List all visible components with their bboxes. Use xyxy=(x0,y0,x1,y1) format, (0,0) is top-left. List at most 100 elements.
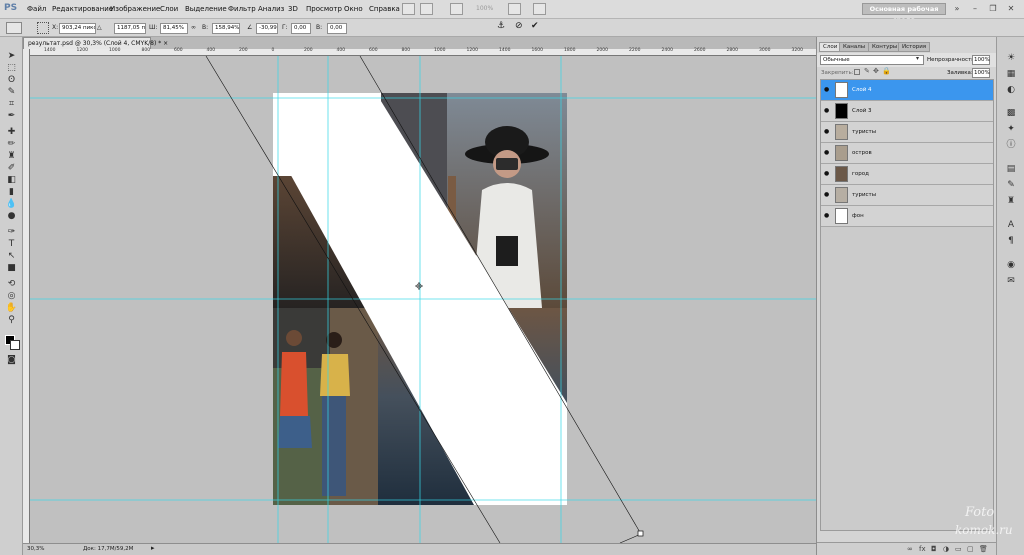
menu-select[interactable]: Выделение xyxy=(185,5,227,13)
blend-mode-select[interactable]: Обычные xyxy=(820,55,924,65)
menu-filter[interactable]: Фильтр xyxy=(228,5,256,13)
eraser-tool-icon[interactable]: ◧ xyxy=(5,175,18,186)
fx-icon[interactable]: fx xyxy=(919,545,926,553)
check-icon[interactable]: ✔ xyxy=(531,21,539,31)
eye-icon[interactable]: ● xyxy=(824,170,832,178)
shape-tool-icon[interactable]: ■ xyxy=(5,263,18,274)
lock-transparent-icon[interactable] xyxy=(854,69,860,75)
3d-panel-icon[interactable]: ◉ xyxy=(1004,259,1018,271)
layer-row[interactable]: ● остров xyxy=(821,143,993,164)
eye-icon[interactable]: ● xyxy=(824,149,832,157)
link-layers-icon[interactable]: ∞ xyxy=(907,545,913,553)
marquee-tool-icon[interactable]: ⬚ xyxy=(5,63,18,74)
lock-position-icon[interactable]: ✥ xyxy=(873,67,879,75)
background-color-swatch[interactable] xyxy=(10,340,20,350)
eye-icon[interactable]: ● xyxy=(824,128,832,136)
hskew-field[interactable]: 0,00 xyxy=(291,23,311,34)
eye-icon[interactable]: ● xyxy=(824,86,832,94)
histogram-panel-icon[interactable]: ▤ xyxy=(1004,163,1018,175)
styles-panel-icon[interactable]: ▦ xyxy=(1004,68,1018,80)
document-canvas[interactable] xyxy=(30,56,816,543)
screen-mode-icon[interactable] xyxy=(533,3,546,15)
close-tab-icon[interactable]: × xyxy=(163,40,168,47)
chevron-down-icon[interactable]: ▾ xyxy=(916,55,919,62)
menu-window[interactable]: Окно xyxy=(344,5,363,13)
navigator-panel-icon[interactable]: ✦ xyxy=(1004,123,1018,135)
delete-layer-icon[interactable]: 🗑 xyxy=(979,545,988,553)
lock-all-icon[interactable]: 🔒 xyxy=(882,67,891,75)
notes-panel-icon[interactable]: ✉ xyxy=(1004,275,1018,287)
adjustment-icon[interactable]: ◑ xyxy=(943,545,949,553)
clone-stamp-tool-icon[interactable]: ♜ xyxy=(5,151,18,162)
layer-row[interactable]: ● город xyxy=(821,164,993,185)
canvas-area[interactable] xyxy=(30,56,816,543)
tab-history[interactable]: История xyxy=(898,42,931,52)
menu-view[interactable]: Просмотр xyxy=(306,5,342,13)
3d-rotate-tool-icon[interactable]: ⟲ xyxy=(5,279,18,290)
layer-row[interactable]: ● туристы xyxy=(821,122,993,143)
healing-brush-tool-icon[interactable]: ✚ xyxy=(5,127,18,138)
menu-file[interactable]: Файл xyxy=(27,5,46,13)
info-panel-icon[interactable]: ⓘ xyxy=(1004,139,1018,151)
gradient-tool-icon[interactable]: ▮ xyxy=(5,187,18,198)
arrange-documents-icon[interactable] xyxy=(508,3,521,15)
swatches-panel-icon[interactable]: ▩ xyxy=(1004,107,1018,119)
menu-analysis[interactable]: Анализ xyxy=(258,5,284,13)
width-field[interactable]: 81,45% xyxy=(160,23,188,34)
blur-tool-icon[interactable]: 💧 xyxy=(5,199,18,210)
close-icon[interactable]: ✕ xyxy=(1004,3,1018,14)
angle-field[interactable]: -30,99 xyxy=(256,23,278,34)
opacity-field[interactable]: 100% xyxy=(972,55,990,65)
reference-point-icon[interactable] xyxy=(37,22,49,34)
zoom-tool-icon[interactable]: ⚲ xyxy=(5,315,18,326)
masks-panel-icon[interactable]: ◐ xyxy=(1004,84,1018,96)
menu-edit[interactable]: Редактирование xyxy=(52,5,113,13)
delta-icon[interactable]: △ xyxy=(97,24,102,31)
cancel-icon[interactable]: ⊘ xyxy=(515,21,523,31)
quick-select-tool-icon[interactable]: ✎ xyxy=(5,87,18,98)
status-zoom[interactable]: 30,3% xyxy=(27,546,44,552)
character-panel-icon[interactable]: A xyxy=(1004,219,1018,231)
restore-icon[interactable]: ❐ xyxy=(986,3,1000,14)
transform-tool-preset-icon[interactable] xyxy=(6,22,22,34)
quick-mask-icon[interactable]: ◙ xyxy=(5,355,18,366)
bridge-icon[interactable] xyxy=(402,3,415,15)
link-icon[interactable]: ∞ xyxy=(191,24,196,31)
warp-icon[interactable]: ⚓ xyxy=(497,21,505,31)
menu-image[interactable]: Изображение xyxy=(110,5,160,13)
workspace-more-icon[interactable]: » xyxy=(950,3,964,14)
minimize-icon[interactable]: – xyxy=(968,3,982,14)
tab-channels[interactable]: Каналы xyxy=(839,42,870,52)
path-select-tool-icon[interactable]: ↖ xyxy=(5,251,18,262)
layer-row[interactable]: ● фон xyxy=(821,206,993,227)
status-doc-size[interactable]: Док: 17,7M/59,2M xyxy=(83,546,133,552)
history-brush-tool-icon[interactable]: ✐ xyxy=(5,163,18,174)
layer-row[interactable]: ● Слой 3 xyxy=(821,101,993,122)
crop-tool-icon[interactable]: ⌗ xyxy=(5,99,18,110)
lock-pixels-icon[interactable]: ✎ xyxy=(864,67,870,75)
hand-tool-icon[interactable]: ✋ xyxy=(5,303,18,314)
move-tool-icon[interactable]: ➤ xyxy=(5,51,18,62)
workspace-button[interactable]: Основная рабочая среда xyxy=(862,3,946,24)
fill-field[interactable]: 100% xyxy=(972,68,990,78)
height-field[interactable]: 158,94% xyxy=(212,23,240,34)
mini-bridge-icon[interactable] xyxy=(420,3,433,15)
y-field[interactable]: 1187,05 пикс xyxy=(114,23,146,34)
eye-icon[interactable]: ● xyxy=(824,107,832,115)
group-icon[interactable]: ▭ xyxy=(955,545,962,553)
tab-layers[interactable]: Слои xyxy=(819,42,842,52)
layer-row[interactable]: ● туристы xyxy=(821,185,993,206)
menu-3d[interactable]: 3D xyxy=(288,5,298,13)
tab-paths[interactable]: Контуры xyxy=(868,42,902,52)
3d-orbit-tool-icon[interactable]: ◎ xyxy=(5,291,18,302)
lasso-tool-icon[interactable]: ʘ xyxy=(5,75,18,86)
zoom-level[interactable]: 100% xyxy=(476,5,493,12)
clone-source-panel-icon[interactable]: ♜ xyxy=(1004,195,1018,207)
pen-tool-icon[interactable]: ✑ xyxy=(5,227,18,238)
dodge-tool-icon[interactable]: ● xyxy=(5,211,18,222)
menu-layers[interactable]: Слои xyxy=(160,5,178,13)
layer-row[interactable]: ● Слой 4 xyxy=(821,80,993,101)
mask-icon[interactable]: ◘ xyxy=(931,545,937,553)
brushes-panel-icon[interactable]: ✎ xyxy=(1004,179,1018,191)
transform-handle[interactable] xyxy=(637,530,644,537)
